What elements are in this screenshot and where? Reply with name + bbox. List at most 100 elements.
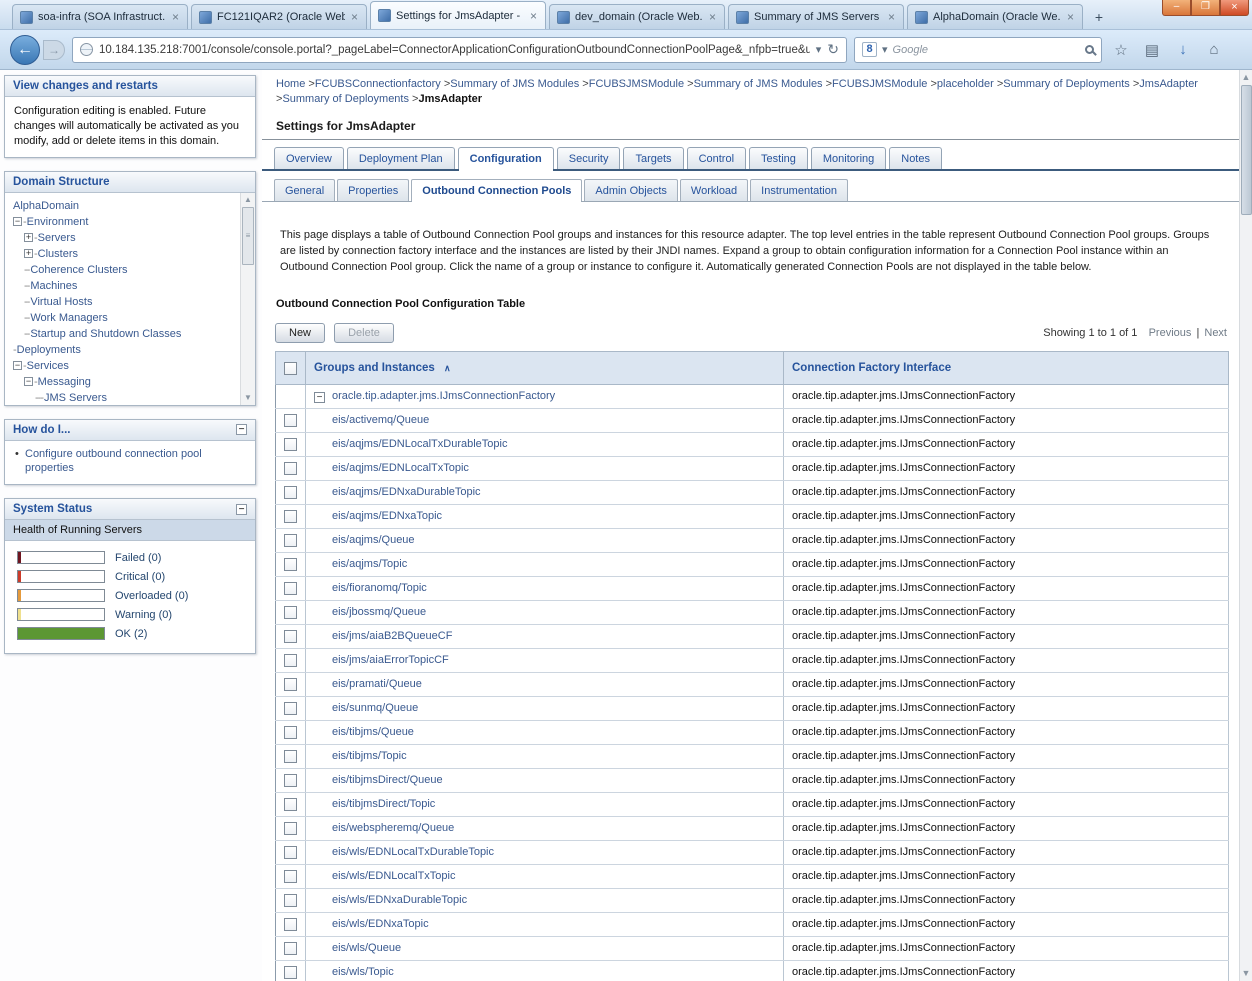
row-checkbox[interactable] bbox=[284, 846, 297, 859]
tree-node-label[interactable]: Deployments bbox=[17, 344, 81, 356]
instance-name-link[interactable]: eis/jbossmq/Queue bbox=[332, 606, 426, 618]
subtab-instrumentation[interactable]: Instrumentation bbox=[750, 179, 848, 201]
back-button[interactable]: ← bbox=[10, 35, 40, 65]
row-checkbox[interactable] bbox=[284, 750, 297, 763]
new-button[interactable]: New bbox=[275, 323, 325, 343]
sort-ascending-icon[interactable]: ∧ bbox=[444, 363, 451, 373]
tab-testing[interactable]: Testing bbox=[749, 147, 808, 169]
expand-node-icon[interactable]: + bbox=[24, 249, 33, 258]
scroll-down-icon[interactable]: ▼ bbox=[244, 391, 252, 405]
close-window-button[interactable]: × bbox=[1220, 0, 1249, 16]
search-input[interactable]: Google bbox=[893, 44, 1080, 56]
instance-name-link[interactable]: eis/aqjms/EDNxaDurableTopic bbox=[332, 486, 481, 498]
tree-item-services[interactable]: −-Services bbox=[11, 358, 253, 374]
downloads-icon[interactable]: ↓ bbox=[1171, 41, 1195, 58]
tree-item-clusters[interactable]: +-Clusters bbox=[11, 246, 253, 262]
tab-close-icon[interactable]: × bbox=[708, 11, 717, 23]
row-checkbox[interactable] bbox=[284, 510, 297, 523]
tree-item-machines[interactable]: --Machines bbox=[11, 278, 253, 294]
tab-overview[interactable]: Overview bbox=[274, 147, 344, 169]
instance-name-link[interactable]: eis/jms/aiaB2BQueueCF bbox=[332, 630, 452, 642]
breadcrumb-link[interactable]: placeholder bbox=[937, 78, 994, 90]
search-bar[interactable]: 8 ▾ Google bbox=[854, 37, 1102, 63]
instance-name-link[interactable]: eis/aqjms/EDNLocalTxDurableTopic bbox=[332, 438, 507, 450]
next-page-link[interactable]: Next bbox=[1204, 327, 1227, 339]
row-checkbox[interactable] bbox=[284, 774, 297, 787]
collapse-panel-icon[interactable]: − bbox=[236, 424, 247, 435]
tree-node-label[interactable]: Virtual Hosts bbox=[30, 296, 92, 308]
group-name-link[interactable]: oracle.tip.adapter.jms.IJmsConnectionFac… bbox=[332, 390, 555, 402]
delete-button[interactable]: Delete bbox=[334, 323, 394, 343]
breadcrumb-link[interactable]: Summary of Deployments bbox=[282, 93, 409, 105]
browser-tab-summary-of-jms-servers[interactable]: Summary of JMS Servers ...× bbox=[728, 4, 904, 29]
tree-node-label[interactable]: Messaging bbox=[38, 376, 91, 388]
scroll-down-icon[interactable]: ▼ bbox=[1242, 966, 1251, 981]
row-checkbox[interactable] bbox=[284, 630, 297, 643]
instance-name-link[interactable]: eis/tibjms/Topic bbox=[332, 750, 407, 762]
tree-node-label[interactable]: Startup and Shutdown Classes bbox=[30, 328, 181, 340]
subtab-workload[interactable]: Workload bbox=[680, 179, 748, 201]
subtab-admin-objects[interactable]: Admin Objects bbox=[584, 179, 678, 201]
row-checkbox[interactable] bbox=[284, 702, 297, 715]
tree-node-label[interactable]: Clusters bbox=[38, 248, 78, 260]
tree-item-deployments[interactable]: -Deployments bbox=[11, 342, 253, 358]
tree-scrollbar[interactable]: ▲ ≡ ▼ bbox=[240, 193, 255, 405]
instance-name-link[interactable]: eis/wls/EDNxaTopic bbox=[332, 918, 429, 930]
instance-name-link[interactable]: eis/wls/Queue bbox=[332, 942, 401, 954]
tree-item-alphadomain[interactable]: AlphaDomain bbox=[11, 198, 253, 214]
tree-item-coherence-clusters[interactable]: --Coherence Clusters bbox=[11, 262, 253, 278]
address-bar[interactable]: 10.184.135.218:7001/console/console.port… bbox=[72, 37, 847, 63]
breadcrumb-link[interactable]: JmsAdapter bbox=[1139, 78, 1198, 90]
page-scroll-thumb[interactable] bbox=[1241, 85, 1252, 215]
page-scrollbar[interactable]: ▲ ▼ bbox=[1239, 70, 1252, 981]
collapse-node-icon[interactable]: − bbox=[13, 217, 22, 226]
subtab-general[interactable]: General bbox=[274, 179, 335, 201]
forward-button[interactable]: → bbox=[43, 40, 65, 60]
instance-name-link[interactable]: eis/tibjmsDirect/Queue bbox=[332, 774, 443, 786]
tab-deployment-plan[interactable]: Deployment Plan bbox=[347, 147, 455, 169]
bookmarks-menu-icon[interactable]: ▤ bbox=[1140, 41, 1164, 59]
tab-control[interactable]: Control bbox=[687, 147, 746, 169]
tab-close-icon[interactable]: × bbox=[529, 10, 538, 22]
collapse-node-icon[interactable]: − bbox=[24, 377, 33, 386]
instance-name-link[interactable]: eis/aqjms/Queue bbox=[332, 534, 415, 546]
tree-item-virtual-hosts[interactable]: --Virtual Hosts bbox=[11, 294, 253, 310]
instance-name-link[interactable]: eis/aqjms/Topic bbox=[332, 558, 407, 570]
minimize-button[interactable]: – bbox=[1162, 0, 1191, 16]
row-checkbox[interactable] bbox=[284, 534, 297, 547]
subtab-outbound-connection-pools[interactable]: Outbound Connection Pools bbox=[411, 179, 582, 201]
tab-targets[interactable]: Targets bbox=[623, 147, 683, 169]
row-checkbox[interactable] bbox=[284, 942, 297, 955]
row-checkbox[interactable] bbox=[284, 870, 297, 883]
row-checkbox[interactable] bbox=[284, 678, 297, 691]
subtab-properties[interactable]: Properties bbox=[337, 179, 409, 201]
site-identity-icon[interactable] bbox=[80, 43, 93, 56]
url-text[interactable]: 10.184.135.218:7001/console/console.port… bbox=[99, 44, 810, 56]
browser-tab-dev-domain-oracle-web[interactable]: dev_domain (Oracle Web...× bbox=[549, 4, 725, 29]
tree-node-label[interactable]: AlphaDomain bbox=[13, 200, 79, 212]
breadcrumb-link[interactable]: FCUBSJMSModule bbox=[832, 78, 927, 90]
row-checkbox[interactable] bbox=[284, 606, 297, 619]
breadcrumb-link[interactable]: FCUBSConnectionfactory bbox=[315, 78, 441, 90]
instance-name-link[interactable]: eis/pramati/Queue bbox=[332, 678, 422, 690]
browser-tab-fc121iqar2-oracle-web[interactable]: FC121IQAR2 (Oracle Web...× bbox=[191, 4, 367, 29]
instance-name-link[interactable]: eis/activemq/Queue bbox=[332, 414, 429, 426]
row-checkbox[interactable] bbox=[284, 486, 297, 499]
history-dropdown-icon[interactable]: ▾ bbox=[816, 43, 822, 56]
row-checkbox[interactable] bbox=[284, 462, 297, 475]
tree-node-label[interactable]: Machines bbox=[30, 280, 77, 292]
row-checkbox[interactable] bbox=[284, 726, 297, 739]
instance-name-link[interactable]: eis/fioranomq/Topic bbox=[332, 582, 427, 594]
row-checkbox[interactable] bbox=[284, 438, 297, 451]
row-checkbox[interactable] bbox=[284, 894, 297, 907]
search-engine-icon[interactable]: 8 bbox=[862, 42, 877, 57]
expand-node-icon[interactable]: + bbox=[24, 233, 33, 242]
instance-name-link[interactable]: eis/tibjmsDirect/Topic bbox=[332, 798, 435, 810]
collapse-panel-icon[interactable]: − bbox=[236, 504, 247, 515]
tree-item-servers[interactable]: +-Servers bbox=[11, 230, 253, 246]
tree-node-label[interactable]: JMS Servers bbox=[44, 392, 107, 404]
breadcrumb-link[interactable]: Summary of JMS Modules bbox=[694, 78, 823, 90]
instance-name-link[interactable]: eis/wls/EDNLocalTxDurableTopic bbox=[332, 846, 494, 858]
breadcrumb-link[interactable]: Summary of Deployments bbox=[1003, 78, 1130, 90]
tab-close-icon[interactable]: × bbox=[171, 11, 180, 23]
